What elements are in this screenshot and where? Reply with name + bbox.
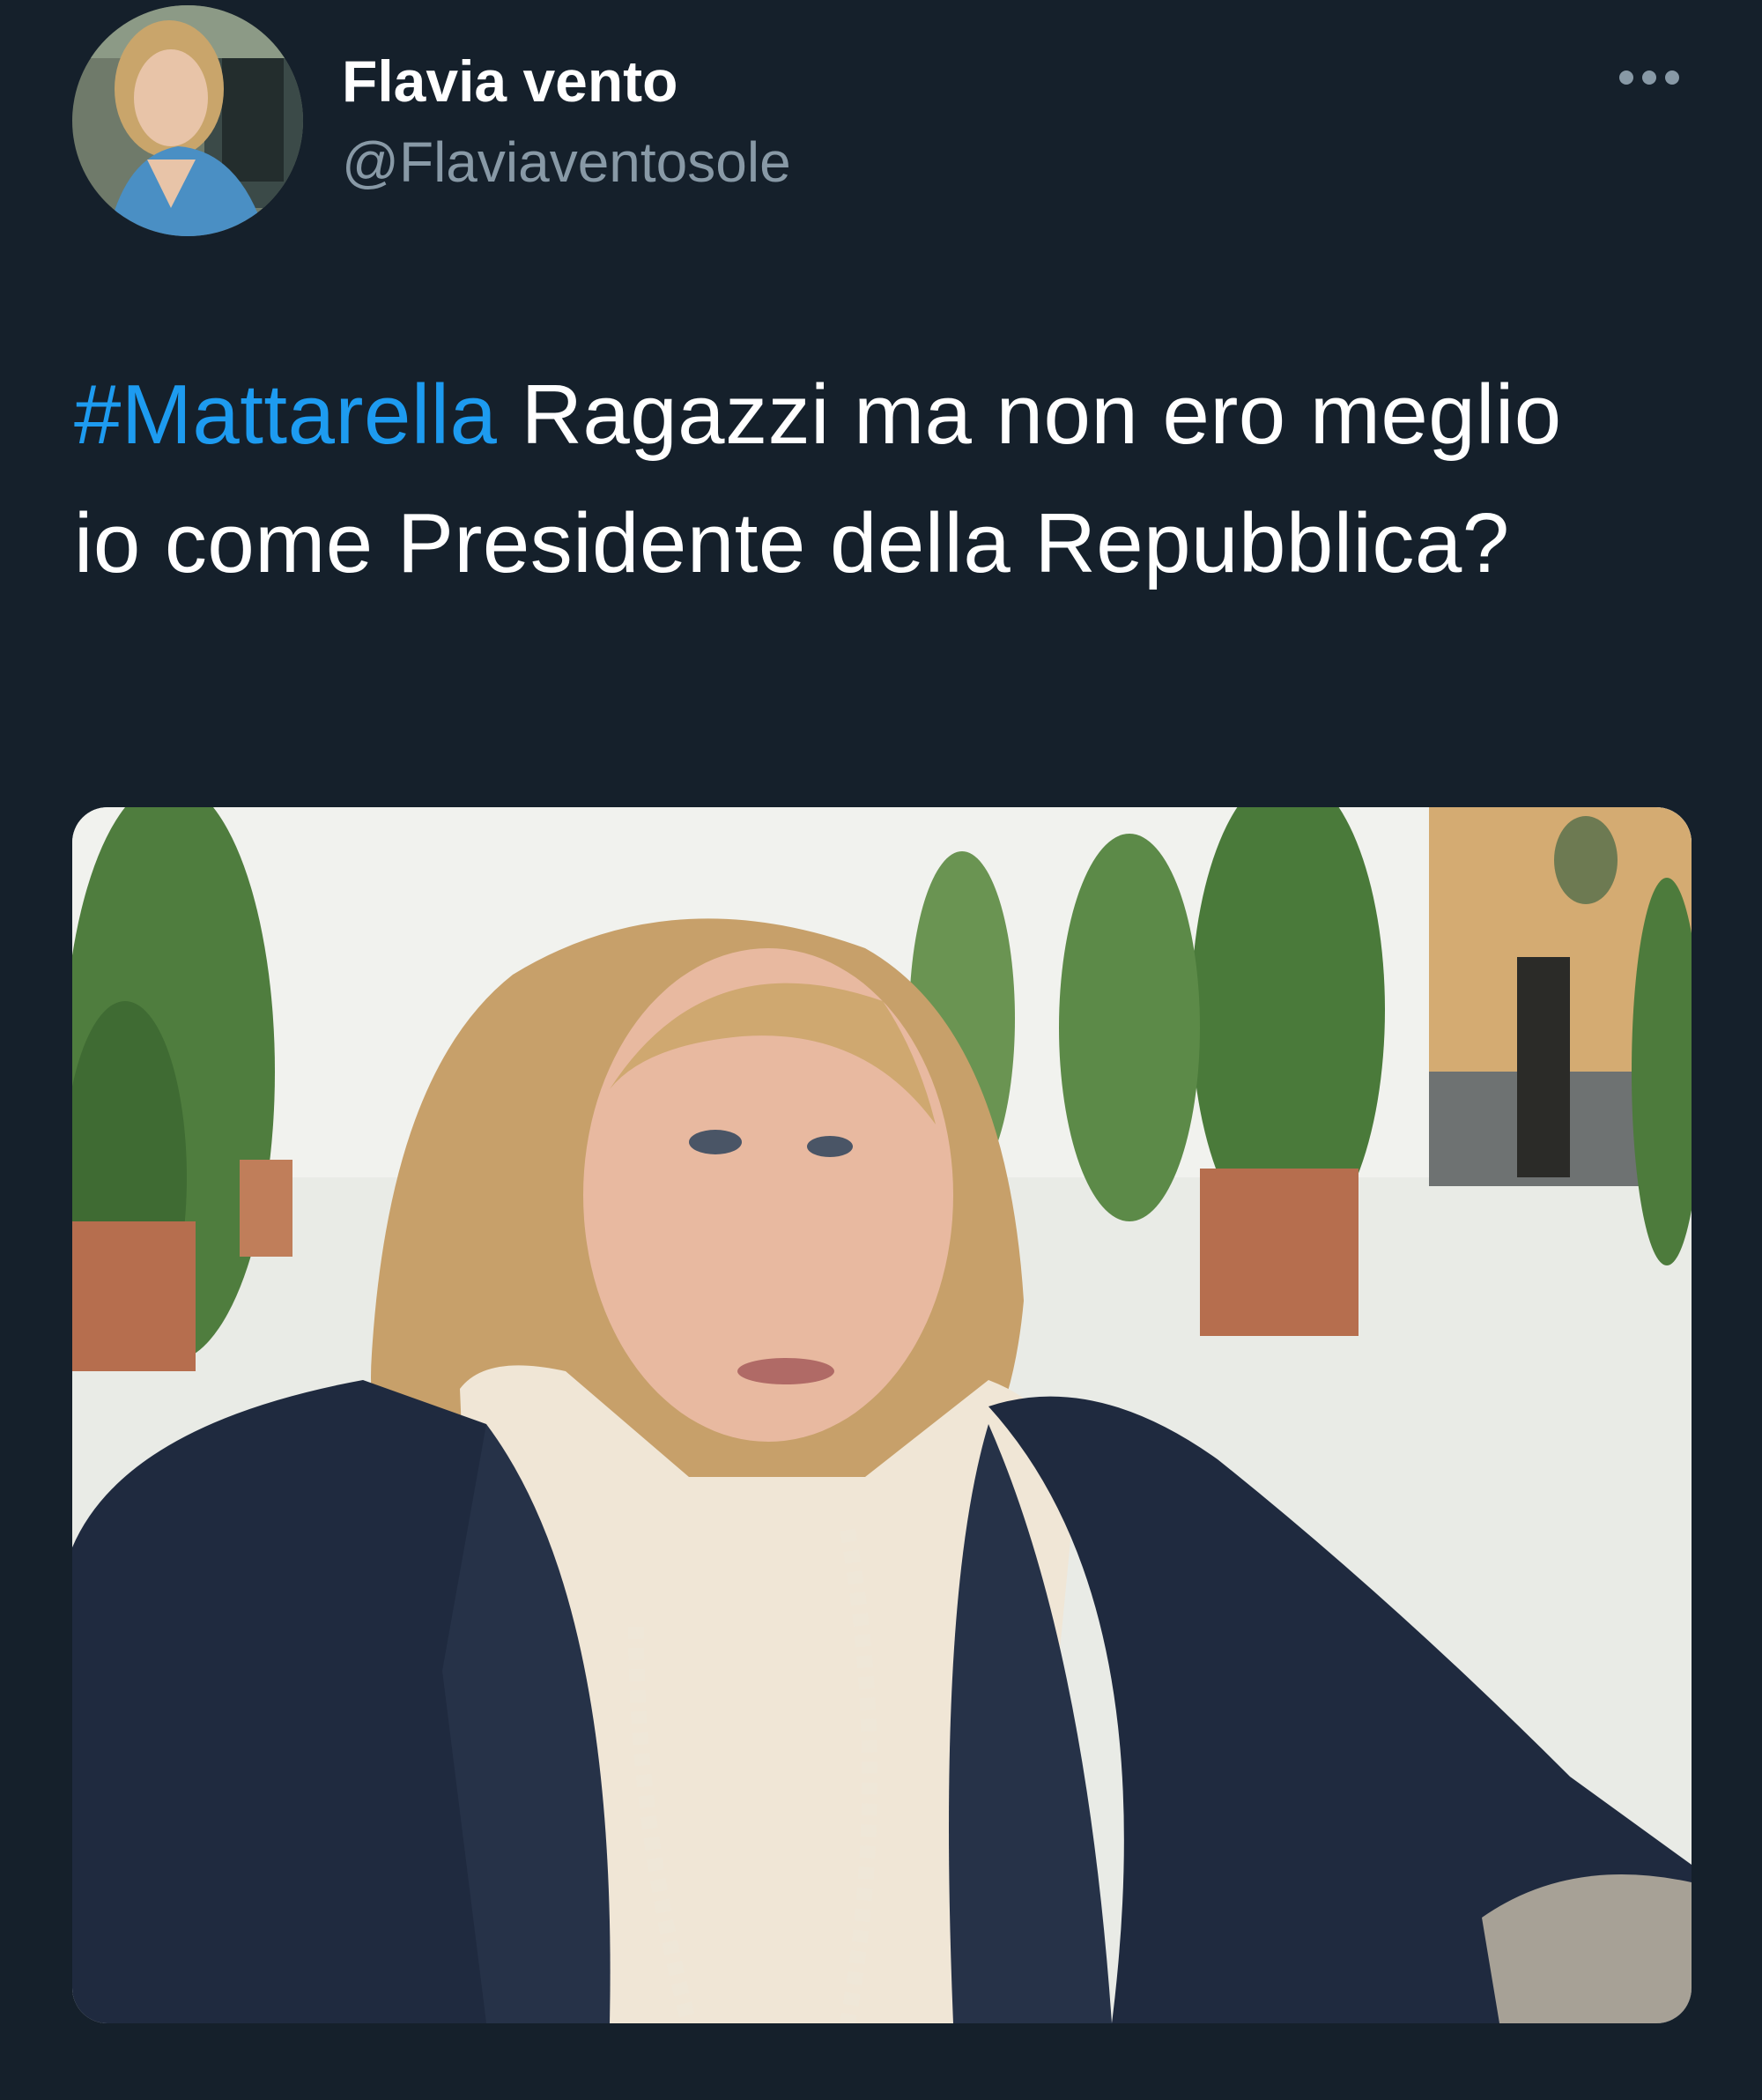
tweet-text: #Mattarella Ragazzi ma non ero meglio io… <box>74 351 1642 608</box>
photo-image <box>72 807 1692 2023</box>
avatar-image <box>72 5 303 236</box>
tweet-card: Flavia vento @Flaviaventosole #Mattarell… <box>0 0 1762 2100</box>
author-display-name[interactable]: Flavia vento <box>342 44 677 118</box>
author-avatar[interactable] <box>72 5 303 236</box>
hashtag-link[interactable]: #Mattarella <box>74 367 497 462</box>
more-options-button[interactable] <box>1609 51 1690 104</box>
tweet-photo[interactable] <box>72 807 1692 2023</box>
more-horizontal-icon <box>1619 70 1679 85</box>
author-handle[interactable]: @Flaviaventosole <box>342 125 791 199</box>
